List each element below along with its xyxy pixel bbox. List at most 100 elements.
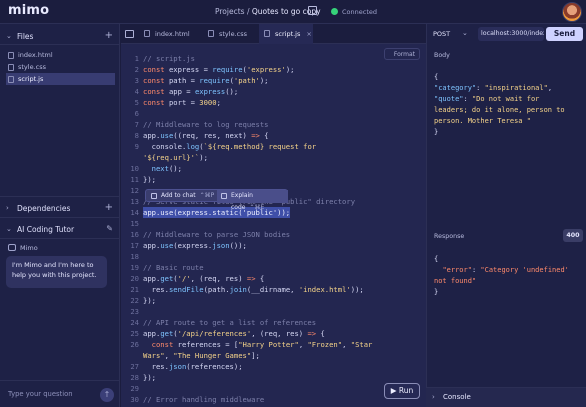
body-label: Body [434,52,450,59]
file-item-script-js[interactable]: script.js [6,73,115,85]
code-line[interactable]: 22}); [121,295,426,306]
code-line[interactable]: 17 app.use(express.json()); [121,240,426,251]
code-text: console.log(`${req.method} request for [143,142,317,151]
code-line[interactable]: 20 app.get('/', (req, res) => { [121,273,426,284]
open-external-icon[interactable] [308,6,317,15]
line-number: 3 [134,76,139,85]
code-text: // API route to get a list of references [143,318,317,327]
code-line[interactable]: 1 // script.js [121,53,426,64]
line-number: 30 [130,395,139,404]
code-line[interactable]: '${req.url}'`); [121,152,426,163]
tab-label: script.js [275,30,301,38]
response-label: Response [434,233,465,240]
code-line[interactable]: 2 const express = require('express'); [121,64,426,75]
toggle-sidebar-icon[interactable] [125,30,134,38]
code-line[interactable]: 30 // Error handling middleware [121,394,426,405]
divider [0,238,120,239]
code-text: }); [143,175,156,184]
chat-icon [8,244,16,251]
line-number: 28 [130,373,139,382]
tab-index-html[interactable]: index.html [139,24,194,44]
send-button[interactable]: Send [546,27,583,41]
tab-script-js[interactable]: script.js × [259,24,313,44]
line-number: 6 [134,109,139,118]
code-line[interactable]: 11}); [121,174,426,185]
send-question-icon[interactable]: ↑ [100,388,114,402]
code-line[interactable]: 21 res.sendFile(path.join(__dirname, 'in… [121,284,426,295]
file-item-index-html[interactable]: index.html [6,49,115,61]
chevron-right-icon[interactable]: › [6,204,9,212]
line-number: 1 [134,54,139,63]
code-text: }); [143,296,156,305]
run-button[interactable]: ▶ Run [384,383,420,399]
file-name: style.css [18,63,46,71]
code-line[interactable]: 6 [121,108,426,119]
code-line[interactable]: Wars", "The Hunger Games"]; [121,350,426,361]
code-line[interactable]: 5 const port = 3000; [121,97,426,108]
divider [0,196,120,197]
add-dependency-icon[interactable]: + [105,202,113,213]
sparkle-icon [221,193,227,199]
code-line[interactable]: 3 const path = require('path'); [121,75,426,86]
line-number: 19 [130,263,139,272]
close-tab-icon[interactable]: × [306,30,311,38]
tutor-label: AI Coding Tutor [17,225,75,234]
line-number: 9 [134,142,139,151]
console-panel-header[interactable]: › Console [426,387,586,407]
chevron-down-icon[interactable]: ⌄ [6,32,12,40]
line-number: 17 [130,241,139,250]
code-text: app.use(express.static('public')); [143,207,291,218]
avatar[interactable] [562,2,582,22]
editor-tabs: index.html style.css script.js × [121,24,426,44]
code-line[interactable]: 16 // Middleware to parse JSON bodies [121,229,426,240]
code-line[interactable]: 14 app.use(express.static('public')); [121,207,426,218]
code-line[interactable]: 9 console.log(`${req.method} request for [121,141,426,152]
add-file-icon[interactable]: + [105,30,113,41]
request-url-input[interactable]: localhost:3000/index. [478,27,544,41]
code-line[interactable]: 7 // Middleware to log requests [121,119,426,130]
code-line[interactable]: 19 // Basic route [121,262,426,273]
question-input[interactable]: Type your question [8,390,73,398]
request-body[interactable]: { "category": "inspirational", "quote": … [434,72,565,138]
code-text: app.get('/', (req, res) => { [143,274,265,283]
file-icon [144,30,150,37]
clear-chat-icon[interactable]: ✎ [106,224,113,233]
code-line[interactable]: 26 const references = ["Harry Potter", "… [121,339,426,350]
chevron-right-icon[interactable]: › [432,393,435,401]
breadcrumb-root[interactable]: Projects / [215,7,249,16]
run-label: Run [398,386,414,395]
code-text: res.json(references); [143,362,243,371]
code-line[interactable]: 4 const app = express(); [121,86,426,97]
breadcrumb[interactable]: Projects / Quotes to go copy [215,7,321,16]
chevron-down-icon[interactable]: ⌄ [6,225,12,233]
console-label: Console [443,393,471,401]
file-item-style-css[interactable]: style.css [6,61,115,73]
mimo-logo[interactable]: mimo [8,3,49,18]
tutor-section-header[interactable]: ⌄ AI Coding Tutor ✎ [0,221,120,239]
code-line[interactable]: 18 [121,251,426,262]
chevron-down-icon[interactable]: ⌄ [462,29,468,37]
tab-label: index.html [155,30,190,38]
code-line[interactable]: 27 res.json(references); [121,361,426,372]
code-line[interactable]: 24 // API route to get a list of referenc… [121,317,426,328]
dependencies-section-header[interactable]: › Dependencies + [0,200,120,218]
status-badge: 400 [563,229,583,242]
file-icon [8,64,14,71]
http-method-select[interactable]: POST [433,30,450,38]
line-number: 21 [130,285,139,294]
code-line[interactable]: 10 next(); [121,163,426,174]
add-to-chat-button[interactable]: Add to chat ⌃⌘P [146,190,216,203]
code-line[interactable]: 23 [121,306,426,317]
tab-style-css[interactable]: style.css [203,24,256,44]
line-number: 10 [130,164,139,173]
code-line[interactable]: 15 [121,218,426,229]
file-icon [8,52,14,59]
code-line[interactable]: 28}); [121,372,426,383]
code-line[interactable]: 29 [121,383,426,394]
line-number: 23 [130,307,139,316]
explain-code-button[interactable]: Explain code ⌃⌘E [217,190,288,211]
code-line[interactable]: 8 app.use((req, res, next) => { [121,130,426,141]
code-line[interactable]: 25 app.get('/api/references', (req, res) … [121,328,426,339]
divider [0,217,120,218]
divider [0,44,120,45]
